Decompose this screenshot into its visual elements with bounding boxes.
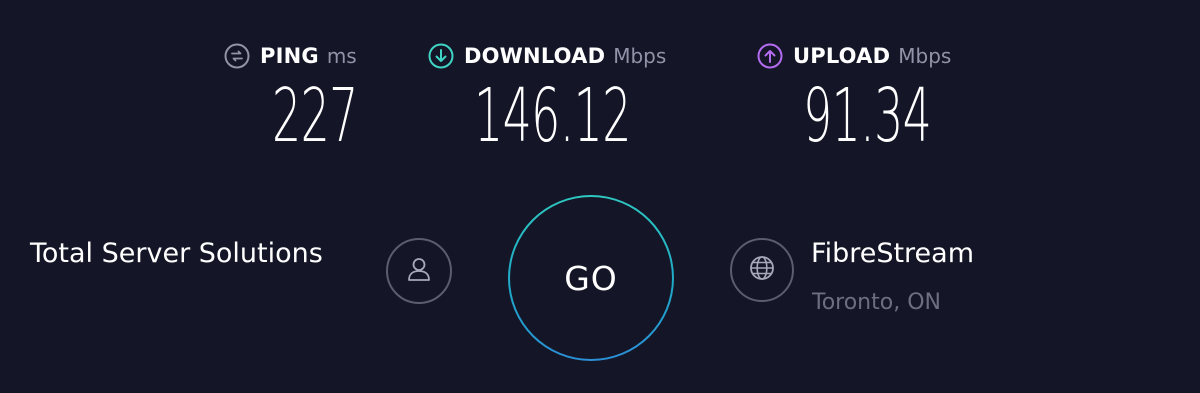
ping-metric: PING ms 227 (224, 40, 358, 156)
globe-icon (747, 253, 777, 287)
ping-unit: ms (326, 44, 357, 68)
download-header: DOWNLOAD Mbps (428, 40, 666, 72)
upload-value: 91.34 (803, 73, 932, 159)
download-arrow-icon (428, 43, 454, 69)
upload-header: UPLOAD Mbps (757, 40, 951, 72)
provider-name: Total Server Solutions (30, 238, 323, 269)
user-icon (404, 254, 434, 288)
change-server-button[interactable] (730, 238, 794, 302)
server-location: Toronto, ON (812, 290, 941, 315)
upload-arrow-icon (757, 43, 783, 69)
change-provider-button[interactable] (386, 238, 452, 304)
ping-value: 227 (272, 73, 358, 159)
go-button-label: GO (564, 258, 618, 298)
ping-icon (224, 43, 250, 69)
download-metric: DOWNLOAD Mbps 146.12 (428, 40, 666, 156)
upload-metric: UPLOAD Mbps 91.34 (757, 40, 951, 156)
upload-label: UPLOAD (793, 44, 891, 68)
server-name: FibreStream (811, 238, 975, 269)
ping-label: PING (260, 44, 319, 68)
go-button[interactable]: GO (508, 195, 674, 361)
download-unit: Mbps (613, 44, 667, 68)
ping-header: PING ms (224, 40, 357, 72)
download-value: 146.12 (474, 73, 631, 159)
download-label: DOWNLOAD (464, 44, 606, 68)
upload-unit: Mbps (898, 44, 952, 68)
